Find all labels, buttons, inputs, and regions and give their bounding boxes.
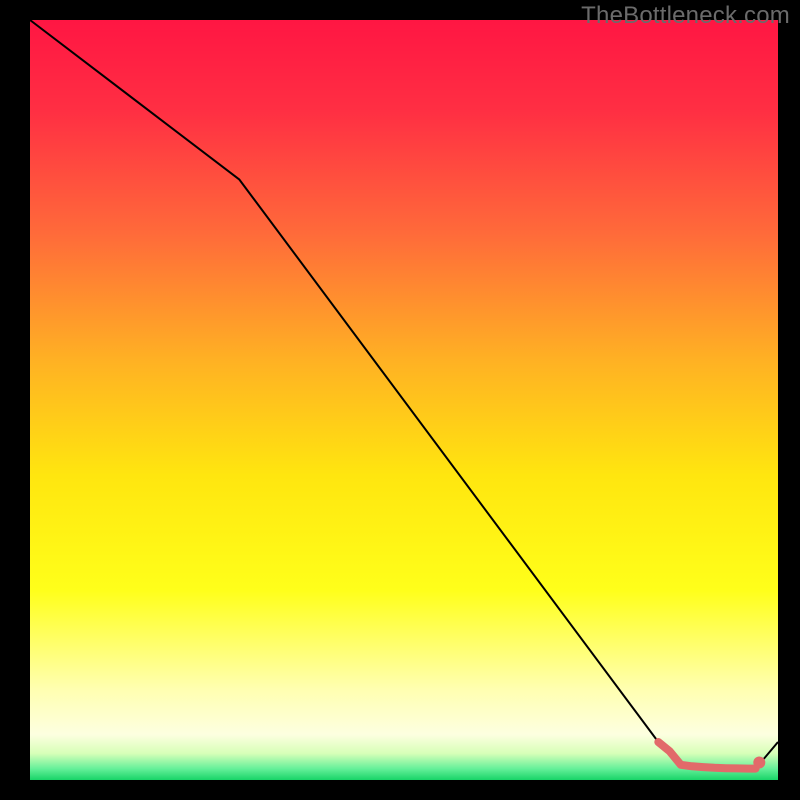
chart-svg: [0, 0, 800, 800]
watermark: TheBottleneck.com: [581, 2, 790, 30]
highlight-end-dot: [753, 757, 765, 769]
chart-root: TheBottleneck.com: [0, 0, 800, 800]
